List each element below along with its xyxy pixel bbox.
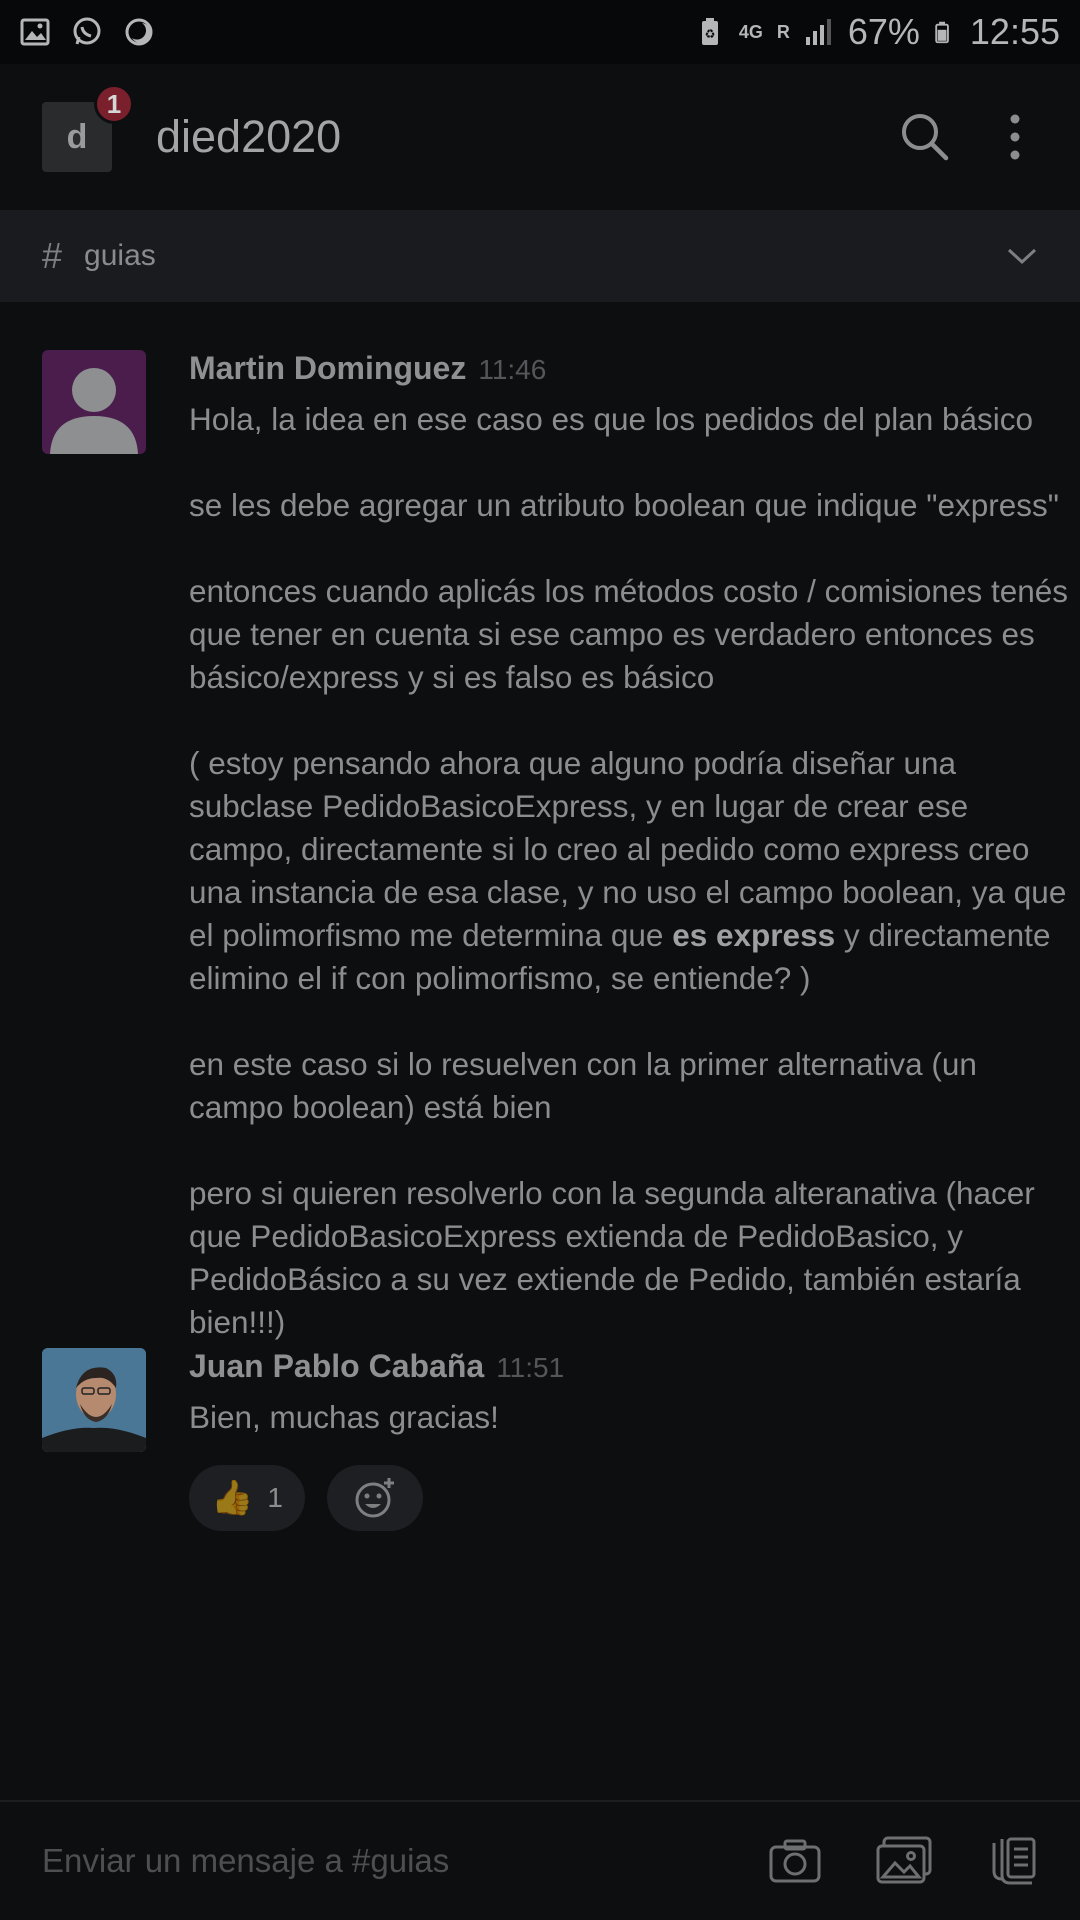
message-time: 11:51 (496, 1352, 565, 1383)
message-input[interactable]: Enviar un mensaje a #guias (42, 1842, 449, 1880)
channel-bar[interactable]: # guias (0, 210, 1080, 302)
message-paragraph: entonces cuando aplicás los métodos cost… (189, 573, 1069, 695)
search-button[interactable] (880, 92, 970, 182)
message-text: Bien, muchas gracias! (189, 1399, 499, 1435)
message-paragraph: Hola, la idea en ese caso es que los ped… (189, 401, 1034, 437)
user-photo-icon (42, 1348, 146, 1452)
avatar[interactable] (42, 1348, 146, 1452)
battery-icon (935, 21, 949, 44)
message-text: Hola, la idea en ese caso es que los ped… (189, 398, 1069, 1344)
network-type: 4G (738, 22, 763, 42)
channel-name: guias (84, 239, 156, 272)
night-mode-icon (125, 18, 153, 46)
message-author[interactable]: Martin Dominguez (189, 350, 466, 387)
message-author[interactable]: Juan Pablo Cabaña (189, 1348, 484, 1385)
add-reaction-button[interactable] (326, 1465, 423, 1531)
reaction-count: 1 (267, 1482, 283, 1513)
message-paragraph: pero si quieren resolverlo con la segund… (189, 1175, 1035, 1340)
files-icon[interactable] (988, 1835, 1038, 1887)
channel-hash: # (42, 235, 63, 276)
gallery-icon[interactable] (876, 1836, 934, 1886)
roaming-indicator: R (776, 22, 790, 42)
signal-icon (805, 19, 831, 45)
notification-badge: 1 (94, 84, 134, 124)
status-bar: ♻ 4G R 67% 12:55 (0, 0, 1080, 64)
message-time: 11:46 (478, 354, 547, 385)
workspace-name: died2020 (156, 111, 342, 162)
whatsapp-notification-icon (73, 17, 101, 45)
workspace-avatar[interactable]: d 1 (42, 84, 134, 172)
overflow-menu-button[interactable] (970, 92, 1060, 182)
reaction-thumbs-up[interactable]: 👍 1 (189, 1465, 305, 1531)
message-paragraph: ( estoy pensando ahora que alguno podría… (189, 742, 1069, 1000)
message-composer: Enviar un mensaje a #guias (0, 1800, 1080, 1920)
app-header: d 1 died2020 (0, 64, 1080, 210)
gallery-notification-icon (20, 18, 50, 46)
battery-saver-icon: ♻ (701, 18, 718, 45)
thumbs-up-emoji: 👍 (211, 1479, 254, 1517)
add-emoji-icon (355, 1478, 394, 1518)
avatar[interactable] (42, 350, 146, 454)
workspace-initial: d (66, 117, 88, 156)
camera-icon[interactable] (768, 1838, 822, 1884)
chevron-down-icon[interactable] (1006, 246, 1038, 266)
more-vertical-icon (1010, 114, 1020, 160)
message-paragraph: se les debe agregar un atributo boolean … (189, 487, 1059, 523)
battery-percent: 67% (847, 11, 920, 52)
clock: 12:55 (969, 11, 1060, 52)
search-icon (902, 114, 949, 161)
default-user-icon (50, 368, 138, 454)
message-paragraph: en este caso si lo resuelven con la prim… (189, 1046, 977, 1125)
message-bold-text: es express (672, 917, 836, 953)
svg-text:♻: ♻ (704, 27, 715, 41)
